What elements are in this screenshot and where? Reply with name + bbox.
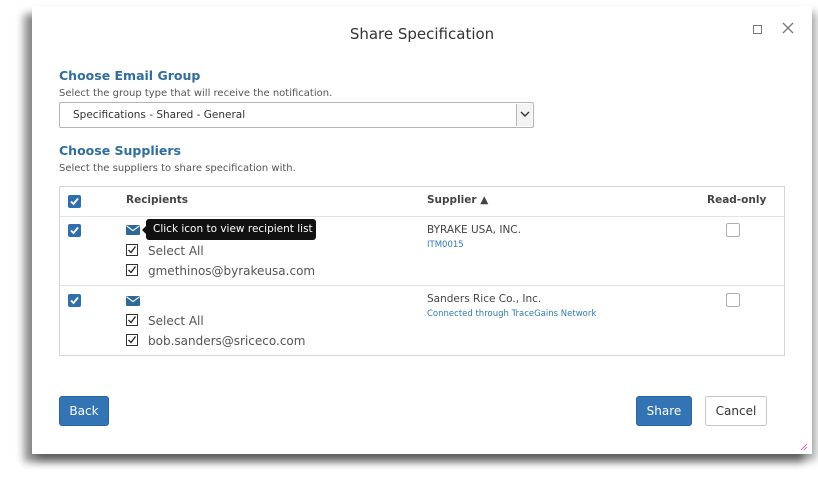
email-group-select[interactable]: Specifications - Shared - General xyxy=(59,102,534,128)
row-divider xyxy=(60,285,784,286)
recipient-email: bob.sanders@sriceco.com xyxy=(148,334,306,348)
suppliers-title: Choose Suppliers xyxy=(59,143,181,158)
envelope-icon[interactable] xyxy=(126,296,140,306)
header-recipients[interactable]: Recipients xyxy=(126,194,188,206)
share-button[interactable]: Share xyxy=(636,396,692,426)
envelope-icon[interactable] xyxy=(126,225,140,235)
chevron-down-icon[interactable] xyxy=(516,104,532,126)
email-group-selected-value: Specifications - Shared - General xyxy=(73,109,246,121)
supplier-name: Sanders Rice Co., Inc. xyxy=(427,293,542,305)
supplier-name: BYRAKE USA, INC. xyxy=(427,224,521,236)
read-only-checkbox[interactable] xyxy=(726,223,740,237)
supplier-network: Connected through TraceGains Network xyxy=(427,309,597,319)
recipient-checkbox[interactable] xyxy=(126,334,138,346)
supplier-row-checkbox[interactable] xyxy=(68,294,81,307)
supplier-code: ITM0015 xyxy=(427,240,464,250)
maximize-icon[interactable] xyxy=(753,25,762,34)
cancel-button[interactable]: Cancel xyxy=(705,396,767,426)
select-all-recipients-checkbox[interactable] xyxy=(126,244,138,256)
supplier-row-checkbox[interactable] xyxy=(68,224,81,237)
suppliers-subtitle: Select the suppliers to share specificat… xyxy=(59,163,296,174)
resize-handle-icon[interactable] xyxy=(800,443,808,451)
recipient-checkbox[interactable] xyxy=(126,264,138,276)
recipient-email: gmethinos@byrakeusa.com xyxy=(148,264,316,278)
recipient-list-tooltip: Click icon to view recipient list xyxy=(142,219,316,240)
header-read-only: Read-only xyxy=(707,194,767,206)
header-supplier[interactable]: Supplier ▲ xyxy=(427,194,488,206)
select-all-label: Select All xyxy=(148,244,204,258)
select-all-label: Select All xyxy=(148,314,204,328)
share-specification-dialog: Share Specification Choose Email Group S… xyxy=(32,6,812,454)
row-divider xyxy=(60,216,784,217)
close-icon[interactable] xyxy=(782,20,796,38)
select-all-suppliers-checkbox[interactable] xyxy=(68,195,81,208)
suppliers-table: Recipients Supplier ▲ Read-only Select A… xyxy=(59,186,785,356)
read-only-checkbox[interactable] xyxy=(726,293,740,307)
select-all-recipients-checkbox[interactable] xyxy=(126,314,138,326)
email-group-subtitle: Select the group type that will receive … xyxy=(59,88,333,99)
email-group-title: Choose Email Group xyxy=(59,68,201,83)
back-button[interactable]: Back xyxy=(59,396,109,426)
dialog-title: Share Specification xyxy=(349,25,495,43)
